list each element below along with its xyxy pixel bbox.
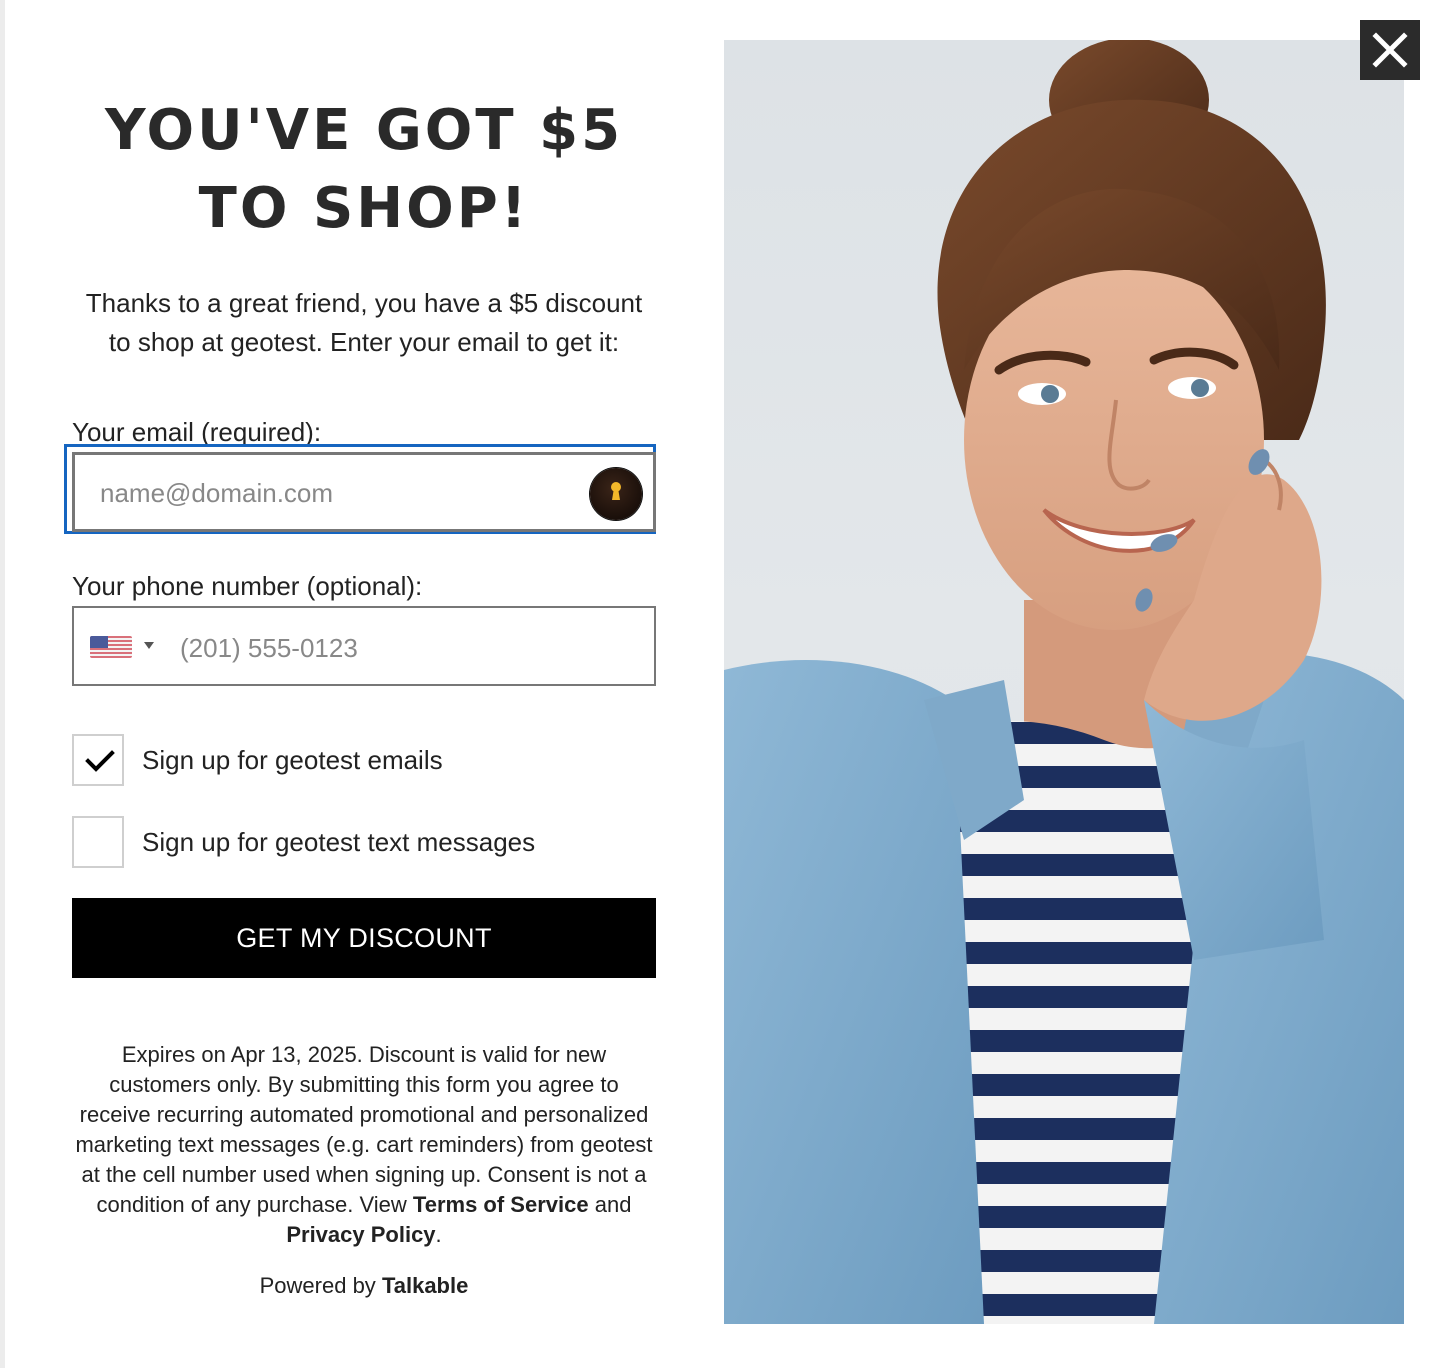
email-field[interactable]	[72, 452, 656, 532]
subtitle: Thanks to a great friend, you have a $5 …	[85, 288, 643, 357]
sms-optin-label[interactable]: Sign up for geotest text messages	[142, 826, 535, 858]
headline: YOU'VE GOT $5 TO SHOP!	[72, 92, 656, 248]
email-optin-label[interactable]: Sign up for geotest emails	[142, 744, 443, 776]
email-input[interactable]	[98, 475, 582, 511]
caret-down-icon[interactable]	[144, 642, 154, 649]
modal-left-edge	[0, 0, 5, 1368]
headline-line2: TO SHOP!	[198, 176, 530, 241]
legal-text: Expires on Apr 13, 2025. Discount is val…	[75, 1042, 653, 1217]
legal-period: .	[435, 1222, 442, 1247]
discount-modal: YOU'VE GOT $5 TO SHOP! Thanks to a great…	[0, 0, 1444, 1368]
woman-portrait-image	[724, 40, 1404, 1324]
privacy-policy-link[interactable]: Privacy Policy	[286, 1222, 435, 1247]
legal-and: and	[594, 1192, 632, 1217]
powered-by-prefix: Powered by	[259, 1273, 376, 1298]
checkmark-icon	[85, 750, 115, 772]
terms-of-service-link[interactable]: Terms of Service	[413, 1192, 589, 1217]
sms-optin-row[interactable]: Sign up for geotest text messages	[72, 816, 656, 868]
email-label: Your email (required):	[72, 417, 322, 447]
phone-label: Your phone number (optional):	[72, 571, 423, 601]
email-optin-row[interactable]: Sign up for geotest emails	[72, 734, 656, 786]
sms-optin-checkbox[interactable]	[72, 816, 124, 868]
phone-field[interactable]	[72, 606, 656, 686]
get-discount-button[interactable]: GET MY DISCOUNT	[72, 898, 656, 978]
email-optin-checkbox[interactable]	[72, 734, 124, 786]
close-button[interactable]	[1360, 20, 1420, 80]
legal-disclaimer: Expires on Apr 13, 2025. Discount is val…	[72, 1040, 656, 1250]
close-icon	[1372, 32, 1408, 68]
headline-line1: YOU'VE GOT $5	[104, 98, 624, 163]
phone-input[interactable]	[178, 630, 622, 666]
powered-by: Powered by Talkable	[72, 1271, 656, 1301]
keyhole-icon[interactable]	[590, 468, 642, 520]
us-flag-icon[interactable]	[90, 636, 132, 658]
powered-by-brand[interactable]: Talkable	[382, 1273, 468, 1298]
hero-photo	[724, 40, 1404, 1324]
